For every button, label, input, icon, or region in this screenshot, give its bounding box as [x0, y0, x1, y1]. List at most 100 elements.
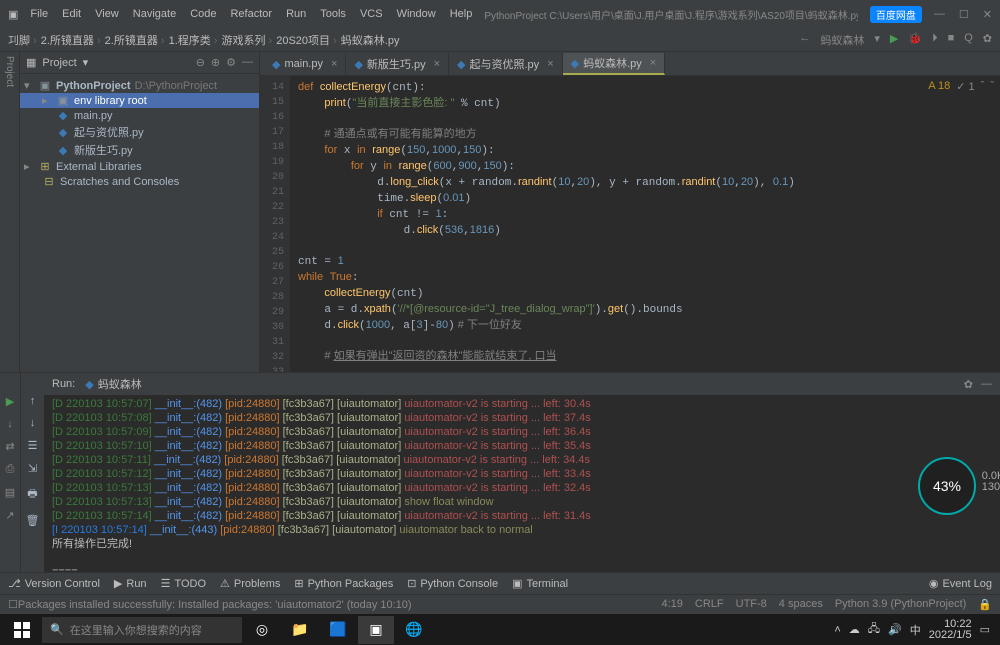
chevron-up-icon[interactable]: ˆ — [981, 80, 985, 93]
tree-root[interactable]: ▾▣PythonProject D:\PythonProject — [20, 78, 259, 93]
tab-2[interactable]: ◆起与资优照.py× — [449, 53, 563, 75]
wrench-icon[interactable]: ↗ — [5, 509, 14, 522]
bottom-packages[interactable]: ⊞ Python Packages — [294, 577, 393, 590]
crumb-0[interactable]: 㓚脚 — [8, 32, 37, 48]
status-interpreter[interactable]: Python 3.9 (PythonProject) — [835, 598, 966, 611]
menu-help[interactable]: Help — [450, 8, 473, 20]
crumb-3[interactable]: 1.程序类 — [169, 32, 218, 48]
close-icon[interactable]: ✕ — [983, 8, 992, 21]
crumb-5[interactable]: 20S20项目 — [276, 32, 337, 48]
taskview-icon[interactable]: ◎ — [244, 616, 280, 644]
tab-0[interactable]: ◆main.py× — [264, 53, 346, 75]
project-tool-button[interactable]: Project — [4, 56, 15, 87]
expand-icon[interactable]: ⊕ — [211, 56, 220, 69]
tree-ext-lib[interactable]: ▸⊞External Libraries — [20, 159, 259, 174]
menu-window[interactable]: Window — [397, 8, 436, 20]
close-tab-icon[interactable]: × — [547, 58, 553, 70]
down-icon[interactable]: ↓ — [30, 417, 36, 429]
bottom-run[interactable]: ▶ Run — [114, 577, 147, 590]
run-config-title[interactable]: ◆蚂蚁森林 — [85, 376, 141, 392]
tree-env[interactable]: ▸▣env library root — [20, 93, 259, 108]
gear-icon[interactable]: ⚙ — [226, 56, 236, 69]
filter-trash-icon[interactable]: 🗑 — [26, 514, 40, 527]
soft-wrap-icon[interactable]: ☰ — [28, 439, 38, 452]
status-pos[interactable]: 4:19 — [661, 598, 682, 611]
tray-clock[interactable]: 10:222022/1/5 — [929, 619, 972, 641]
menu-file[interactable]: File — [30, 8, 48, 20]
scroll-icon[interactable]: ⇲ — [28, 462, 37, 475]
tab-3[interactable]: ◆蚂蚁森林.py× — [563, 53, 666, 75]
bottom-todo[interactable]: ☰ TODO — [161, 577, 206, 590]
menu-run[interactable]: Run — [286, 8, 306, 20]
more-run-icon[interactable]: ⏵ — [932, 32, 938, 48]
lock-icon[interactable]: 🔒 — [978, 598, 992, 611]
close-tab-icon[interactable]: × — [650, 57, 656, 69]
menu-code[interactable]: Code — [190, 8, 216, 20]
crumb-1[interactable]: 2.所镜直器 — [41, 32, 101, 48]
stop-icon[interactable]: ■ — [948, 32, 955, 48]
tree-file-2[interactable]: ◆新版生巧.py — [20, 141, 259, 159]
console-output[interactable]: [D 220103 10:57:07] __init__:(482) [pid:… — [44, 395, 1000, 572]
menu-tools[interactable]: Tools — [320, 8, 346, 20]
search-icon[interactable]: Q — [964, 32, 973, 48]
chevron-down-icon[interactable]: ˇ — [990, 80, 994, 93]
cloud-badge[interactable]: 百度网盘 — [870, 6, 922, 23]
tray-network-icon[interactable]: 🖧 — [868, 620, 880, 639]
stop-run-icon[interactable]: ↓ — [7, 418, 13, 430]
menu-vcs[interactable]: VCS — [360, 8, 383, 20]
layout-icon[interactable]: ⇄ — [5, 440, 14, 453]
menu-view[interactable]: View — [95, 8, 119, 20]
nav-dropdown-icon[interactable]: ▾ — [874, 32, 880, 48]
run-icon[interactable]: ▶ — [890, 32, 898, 48]
taskbar-search[interactable]: 🔍在这里输入你想搜索的内容 — [42, 617, 242, 643]
code-area[interactable]: A 18 ✓ 1 ˆ ˇ 14 15 16 17 18 19 20 21 22 … — [260, 76, 1000, 372]
ok-count[interactable]: ✓ 1 — [956, 80, 974, 93]
debug-icon[interactable]: 🐞 — [908, 32, 922, 48]
tray-chevron-icon[interactable]: ˄ — [834, 624, 840, 636]
pin-icon[interactable]: ⎙ — [6, 463, 15, 476]
tree-file-0[interactable]: ◆main.py — [20, 108, 259, 123]
minimize-icon[interactable]: — — [934, 8, 945, 21]
network-gauge[interactable]: 43% 0.0K/s130K/s — [918, 457, 976, 515]
bottom-pyconsole[interactable]: ⊡ Python Console — [407, 577, 498, 590]
gear-run-icon[interactable]: ✿ — [964, 378, 973, 391]
nav-config[interactable]: 蚂蚁森林 — [820, 32, 864, 48]
project-dropdown-icon[interactable]: ▾ — [83, 56, 89, 69]
bottom-problems[interactable]: ⚠ Problems — [220, 577, 280, 590]
up-icon[interactable]: ↑ — [30, 395, 36, 407]
bottom-vcs[interactable]: ⎇ Version Control — [8, 577, 100, 590]
minimize-run-icon[interactable]: — — [981, 378, 992, 391]
settings-icon[interactable]: ✿ — [983, 32, 992, 48]
crumb-6[interactable]: 蚂蚁森林.py — [341, 32, 400, 48]
print-icon[interactable]: 🖶 — [27, 485, 37, 504]
bottom-eventlog[interactable]: ◉ Event Log — [929, 577, 992, 590]
crumb-4[interactable]: 游戏系列 — [222, 32, 273, 48]
close-tab-icon[interactable]: × — [434, 58, 440, 70]
tree-scratch[interactable]: ⊟Scratches and Consoles — [20, 174, 259, 189]
bottom-terminal[interactable]: ▣ Terminal — [512, 577, 568, 590]
explorer-icon[interactable]: 📁 — [282, 616, 318, 644]
start-button[interactable] — [4, 616, 40, 644]
inspection-indicators[interactable]: A 18 ✓ 1 ˆ ˇ — [928, 80, 994, 93]
app2-icon[interactable]: ▣ — [358, 616, 394, 644]
hide-icon[interactable]: — — [242, 56, 253, 69]
status-icon[interactable]: ☐ — [8, 598, 18, 611]
trash-icon[interactable]: ▤ — [5, 486, 15, 499]
app1-icon[interactable]: 🟦 — [320, 616, 356, 644]
code-text[interactable]: def collectEnergy(cnt): print("当前直接主影色脸:… — [290, 76, 1000, 372]
menu-navigate[interactable]: Navigate — [133, 8, 176, 20]
menu-edit[interactable]: Edit — [62, 8, 81, 20]
rerun-icon[interactable]: ▶ — [6, 395, 14, 408]
status-indent[interactable]: 4 spaces — [779, 598, 823, 611]
tree-file-1[interactable]: ◆起与资优照.py — [20, 123, 259, 141]
maximize-icon[interactable]: ☐ — [959, 8, 969, 21]
edge-icon[interactable]: 🌐 — [396, 616, 432, 644]
crumb-2[interactable]: 2.所镜直器 — [105, 32, 165, 48]
status-le[interactable]: CRLF — [695, 598, 724, 611]
close-tab-icon[interactable]: × — [331, 58, 337, 70]
status-enc[interactable]: UTF-8 — [736, 598, 767, 611]
menu-refactor[interactable]: Refactor — [230, 8, 272, 20]
collapse-icon[interactable]: ⊖ — [196, 56, 205, 69]
nav-back-icon[interactable]: ← — [799, 32, 810, 48]
warning-count[interactable]: A 18 — [928, 80, 950, 93]
